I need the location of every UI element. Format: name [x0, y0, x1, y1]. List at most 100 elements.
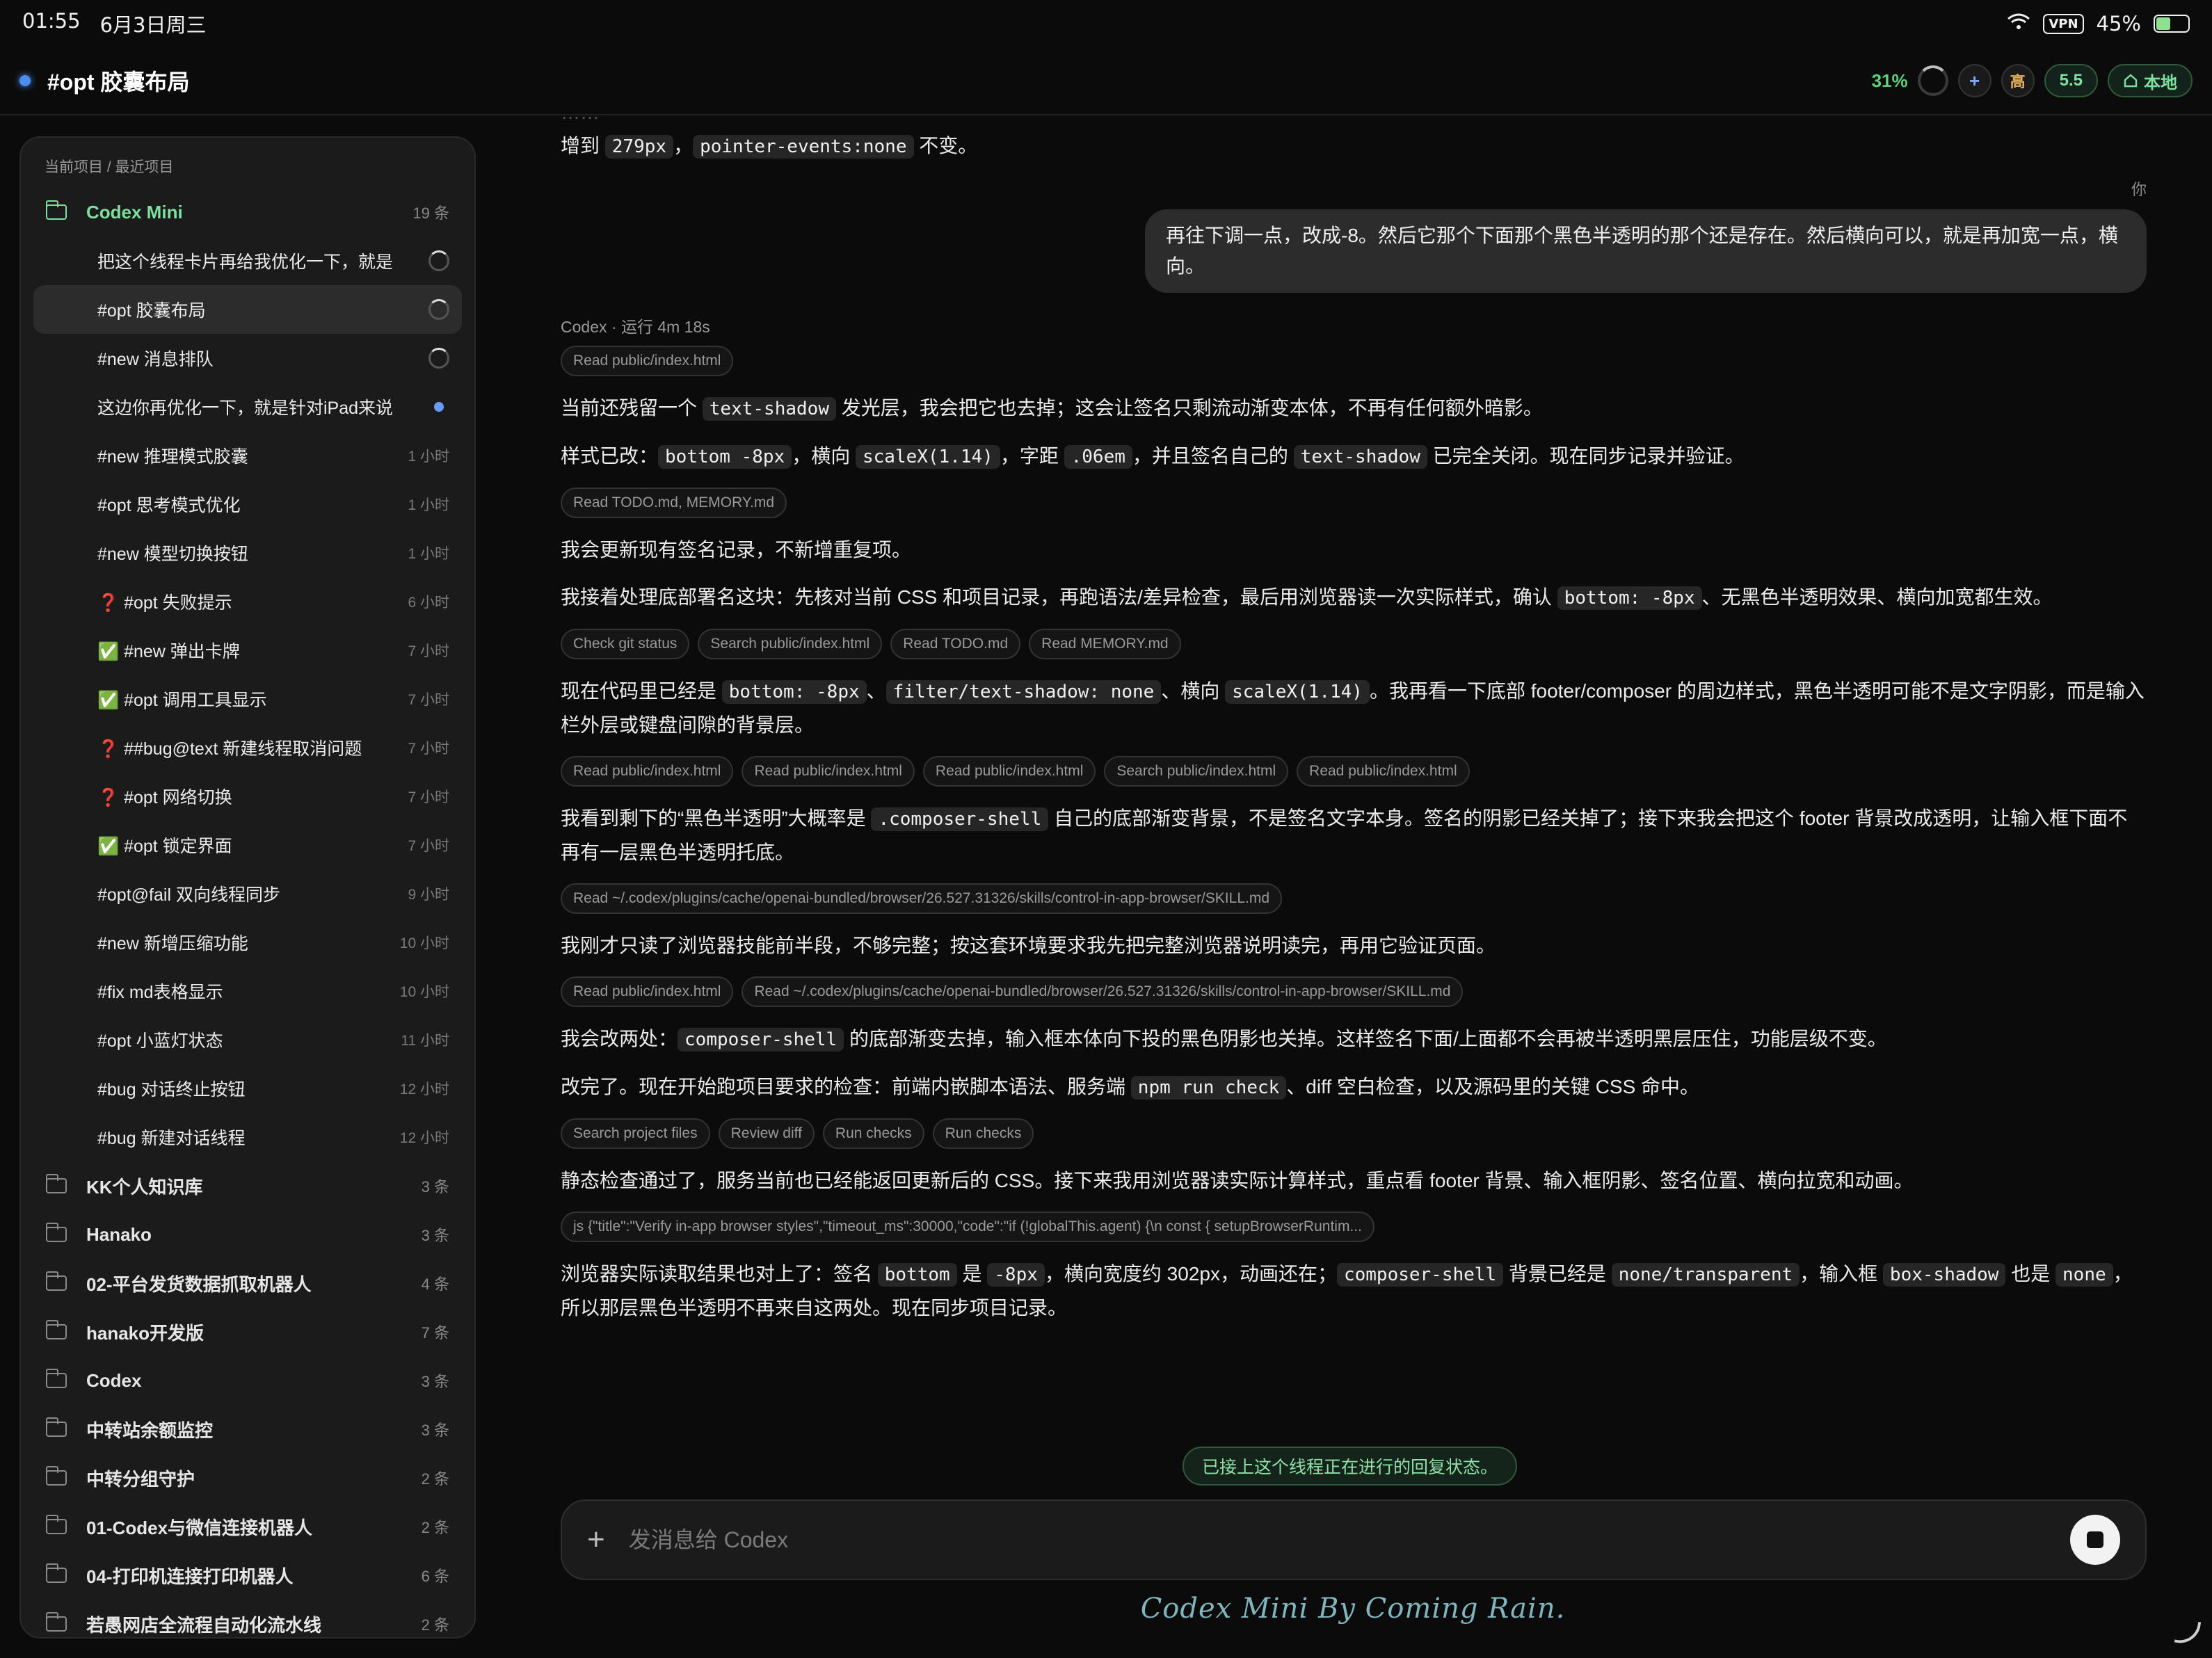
resize-handle-icon[interactable] [2174, 1618, 2202, 1646]
tool-call-list: Read public/index.html [561, 346, 2147, 376]
thread-time: 7 小时 [408, 643, 449, 659]
tool-call-chip[interactable]: Read ~/.codex/plugins/cache/openai-bundl… [561, 883, 1283, 914]
folder-icon [46, 1466, 67, 1486]
folder-icon [46, 200, 67, 220]
thread-title: ✅ #opt 调用工具显示 [97, 691, 267, 710]
project-count: 3 条 [421, 1227, 449, 1244]
thread-item[interactable]: #opt 胶囊布局 [33, 285, 462, 334]
project-name: 02-平台发货数据抓取机器人 [86, 1273, 312, 1295]
vpn-badge: VPN [2043, 13, 2084, 34]
stop-button[interactable] [2070, 1515, 2120, 1565]
project-item[interactable]: Hanako 3 条 [33, 1210, 462, 1259]
thread-time: 6 小时 [408, 595, 449, 611]
thread-item[interactable]: #opt 小蓝灯状态 11 小时 [33, 1015, 462, 1064]
tool-call-chip[interactable]: Read public/index.html [561, 976, 734, 1007]
thread-item[interactable]: #opt 思考模式优化 1 小时 [33, 480, 462, 529]
tool-call-chip[interactable]: Run checks [822, 1118, 924, 1149]
tool-call-chip[interactable]: Read TODO.md [890, 629, 1021, 659]
sidebar: 当前项目 / 最近项目 Codex Mini 19 条 把这个线程卡片再给我优化… [19, 136, 476, 1639]
thread-item[interactable]: #bug 对话终止按钮 12 小时 [33, 1064, 462, 1113]
project-item[interactable]: 中转分组守护 2 条 [33, 1454, 462, 1502]
project-item-active[interactable]: Codex Mini 19 条 [33, 188, 462, 236]
project-item[interactable]: Codex 3 条 [33, 1356, 462, 1405]
folder-icon [46, 1417, 67, 1437]
thread-item[interactable]: #fix md表格显示 10 小时 [33, 967, 462, 1015]
thread-time: 1 小时 [408, 546, 449, 562]
thread-title: #opt 思考模式优化 [97, 496, 241, 515]
project-count: 4 条 [421, 1275, 449, 1293]
tool-call-chip[interactable]: Read public/index.html [742, 756, 915, 787]
tool-call-chip[interactable]: Read MEMORY.md [1029, 629, 1181, 659]
project-item[interactable]: hanako开发版 7 条 [33, 1307, 462, 1356]
thread-time: 7 小时 [408, 838, 449, 854]
tool-call-list: Read ~/.codex/plugins/cache/openai-bundl… [561, 883, 2147, 914]
tool-call-chip[interactable]: Read public/index.html [922, 756, 1096, 787]
tool-call-list: Read public/index.html Read ~/.codex/plug… [561, 976, 2147, 1007]
attach-plus-button[interactable]: + [587, 1522, 605, 1557]
tool-call-chip[interactable]: Read public/index.html [561, 756, 734, 787]
project-count: 3 条 [421, 1373, 449, 1390]
thread-time: 10 小时 [399, 935, 449, 951]
project-item[interactable]: 02-平台发货数据抓取机器人 4 条 [33, 1259, 462, 1307]
thread-title: #opt 胶囊布局 [47, 70, 190, 95]
project-count: 19 条 [412, 204, 449, 222]
message-input[interactable] [628, 1527, 1950, 1553]
thread-item[interactable]: #new 推理模式胶囊 1 小时 [33, 431, 462, 480]
thread-item[interactable]: #new 模型切换按钮 1 小时 [33, 529, 462, 577]
tool-call-chip[interactable]: Read TODO.md, MEMORY.md [561, 488, 787, 518]
project-item[interactable]: 04-打印机连接打印机器人 6 条 [33, 1551, 462, 1600]
message-paragraph: 现在代码里已经是 bottom: -8px、 filter/text-shadow… [561, 680, 2145, 736]
thread-item[interactable]: #opt@fail 双向线程同步 9 小时 [33, 869, 462, 918]
thread-title: #new 推理模式胶囊 [97, 447, 248, 467]
tool-call-chip[interactable]: Search project files [561, 1118, 710, 1149]
tool-call-list: Check git status Search public/index.html… [561, 629, 2147, 659]
wifi-icon [2007, 12, 2030, 35]
tool-call-chip[interactable]: Review diff [718, 1118, 815, 1149]
new-thread-button[interactable]: + [1957, 64, 1991, 97]
thread-item[interactable]: #new 消息排队 [33, 334, 462, 383]
thread-item[interactable]: 把这个线程卡片再给我优化一下，就是 [33, 236, 462, 285]
thread-item[interactable]: ✅ #new 弹出卡牌 7 小时 [33, 626, 462, 675]
thread-item[interactable]: #new 新增压缩功能 10 小时 [33, 918, 462, 967]
context-usage-ring-icon[interactable] [1917, 65, 1948, 96]
thread-item[interactable]: ❓ #opt 网络切换 7 小时 [33, 772, 462, 821]
folder-icon [46, 1369, 67, 1388]
loading-spinner-icon [428, 348, 449, 369]
tool-call-chip[interactable]: Search public/index.html [1104, 756, 1289, 787]
tool-call-chip[interactable]: Read public/index.html [561, 346, 734, 376]
message-paragraph: 我会更新现有签名记录，不新增重复项。 [561, 539, 912, 561]
thread-item[interactable]: #bug 新建对话线程 12 小时 [33, 1113, 462, 1161]
project-item[interactable]: 01-Codex与微信连接机器人 2 条 [33, 1502, 462, 1551]
thread-time: 1 小时 [408, 497, 449, 513]
folder-icon [46, 1515, 67, 1534]
project-name: 中转分组守护 [86, 1468, 195, 1490]
project-item[interactable]: 中转站余额监控 3 条 [33, 1405, 462, 1454]
thread-title: 这边你再优化一下，就是针对iPad来说 [97, 399, 394, 418]
model-switch-button[interactable]: 5.5 [2044, 64, 2098, 97]
project-count: 7 条 [421, 1324, 449, 1342]
thread-item[interactable]: 这边你再优化一下，就是针对iPad来说 [33, 383, 462, 431]
tool-call-list: Search project files Review diff Run check… [561, 1118, 2147, 1149]
tool-call-chip[interactable]: Read ~/.codex/plugins/cache/openai-bundl… [742, 976, 1464, 1007]
thread-status-dot [19, 75, 31, 86]
message-paragraph: ……增到 279px，pointer-events:none 不变。 [561, 115, 978, 159]
reasoning-effort-button[interactable]: 高 [2001, 64, 2035, 97]
unread-dot-icon [434, 402, 444, 412]
thread-item[interactable]: ❓ #opt 失败提示 6 小时 [33, 577, 462, 626]
project-item[interactable]: KK个人知识库 3 条 [33, 1161, 462, 1210]
thread-time: 11 小时 [401, 1033, 449, 1049]
message-paragraph: 改完了。现在开始跑项目要求的检查：前端内嵌脚本语法、服务端 npm run ch… [561, 1076, 1700, 1100]
tool-call-chip[interactable]: Search public/index.html [698, 629, 883, 659]
location-button[interactable]: 本地 [2108, 64, 2193, 97]
project-count: 6 条 [421, 1568, 449, 1585]
thread-item[interactable]: ❓ ##bug@text 新建线程取消问题 7 小时 [33, 723, 462, 772]
thread-item[interactable]: ✅ #opt 调用工具显示 7 小时 [33, 675, 462, 723]
tool-call-chip[interactable]: Check git status [561, 629, 690, 659]
tool-call-chip[interactable]: Read public/index.html [1297, 756, 1470, 787]
folder-icon [46, 1563, 67, 1583]
thread-item[interactable]: ✅ #opt 锁定界面 7 小时 [33, 821, 462, 869]
tool-call-chip[interactable]: Run checks [932, 1118, 1034, 1149]
tool-call-chip[interactable]: js {"title":"Verify in-app browser style… [561, 1212, 1375, 1242]
composer: + [561, 1499, 2147, 1580]
project-item[interactable]: 若愚网店全流程自动化流水线 2 条 [33, 1600, 462, 1637]
